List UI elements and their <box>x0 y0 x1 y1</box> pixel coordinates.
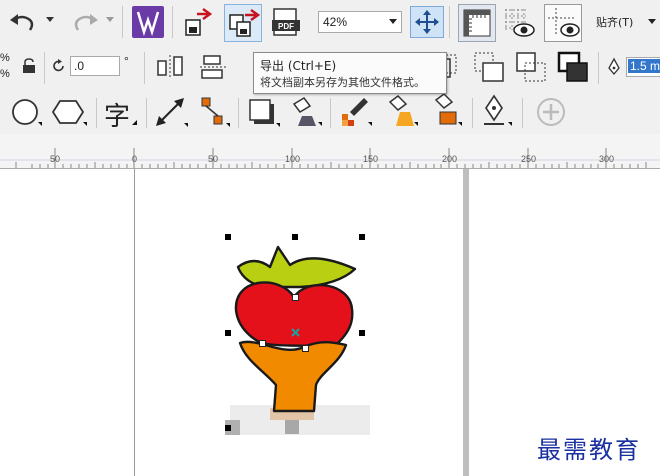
page-left-border <box>134 169 135 476</box>
rotation-center-icon[interactable] <box>291 328 300 337</box>
curve-node[interactable] <box>302 345 309 352</box>
export-tooltip: 导出 (Ctrl+E) 将文档副本另存为其他文件格式。 <box>253 52 447 94</box>
separator <box>96 98 97 128</box>
rotation-angle-input[interactable]: .0 <box>70 56 120 76</box>
ellipse-tool-icon[interactable] <box>10 98 42 128</box>
transparency-tool-icon[interactable] <box>288 94 324 128</box>
strawberry-body <box>238 340 348 413</box>
selection-handle[interactable] <box>225 330 231 336</box>
separator <box>449 6 450 38</box>
trim-icon[interactable] <box>514 50 548 84</box>
scale-percent-symbol: % <box>0 52 10 64</box>
eyedropper-tool-icon[interactable] <box>338 94 374 128</box>
tooltip-description: 将文档副本另存为其他文件格式。 <box>260 76 425 89</box>
separator <box>122 6 123 38</box>
ruler-label: 200 <box>442 154 458 164</box>
ruler-label: 250 <box>521 154 537 164</box>
svg-text:PDF: PDF <box>278 22 294 31</box>
text-tool-flyout-icon[interactable] <box>132 120 137 125</box>
mirror-vertical-icon[interactable] <box>198 53 228 81</box>
separator <box>472 98 473 128</box>
import-icon[interactable] <box>183 6 215 38</box>
rotation-icon <box>52 59 66 73</box>
ruler-label: 50 <box>208 154 219 164</box>
ruler-ticks <box>0 148 660 168</box>
weld-icon[interactable] <box>472 50 506 84</box>
rotation-angle-value: .0 <box>74 59 85 73</box>
add-tool-icon[interactable] <box>535 96 567 128</box>
smart-fill-tool-icon[interactable] <box>428 93 464 128</box>
selection-handle[interactable] <box>359 330 365 336</box>
page-right-border <box>463 169 469 476</box>
dimension-tool-icon[interactable] <box>154 98 190 128</box>
scale-percent-symbol: % <box>0 68 10 80</box>
to-front-icon[interactable] <box>556 50 590 84</box>
redo-icon[interactable] <box>72 10 100 34</box>
separator <box>598 52 599 84</box>
publish-pdf-icon[interactable]: PDF <box>270 6 302 38</box>
zoom-level-value: 42% <box>323 15 348 29</box>
mirror-horizontal-icon[interactable] <box>155 53 185 81</box>
snap-dropdown-icon[interactable] <box>648 19 656 25</box>
snap-to-menu[interactable]: 贴齐(T) <box>596 14 633 30</box>
interactive-fill-tool-icon[interactable] <box>384 94 420 128</box>
selection-handle[interactable] <box>225 425 231 431</box>
selection-handle[interactable] <box>292 234 298 240</box>
connector-tool-icon[interactable] <box>196 96 232 128</box>
undo-icon[interactable] <box>8 10 36 34</box>
curve-node[interactable] <box>292 294 299 301</box>
horizontal-ruler[interactable]: 50 0 50 100 150 200 250 300 <box>0 134 660 169</box>
ruler-label: 100 <box>285 154 301 164</box>
separator <box>522 98 523 128</box>
selection-handle[interactable] <box>225 234 231 240</box>
search-content-icon[interactable] <box>132 6 164 38</box>
separator <box>238 98 239 128</box>
undo-dropdown-icon[interactable] <box>46 17 54 23</box>
show-rulers-icon[interactable] <box>458 4 496 42</box>
redo-dropdown-icon[interactable] <box>106 17 114 23</box>
export-button[interactable] <box>224 4 262 42</box>
full-screen-preview-icon[interactable] <box>410 6 444 38</box>
tooltip-title: 导出 (Ctrl+E) <box>260 59 337 73</box>
strawberry-crown <box>236 245 357 289</box>
show-guidelines-icon[interactable] <box>544 4 582 42</box>
lock-ratio-icon[interactable] <box>22 58 36 74</box>
zoom-level-select[interactable]: 42% <box>318 11 402 33</box>
separator <box>172 6 173 38</box>
ruler-label: 50 <box>50 154 61 164</box>
strawberry-drawing[interactable] <box>220 225 380 450</box>
outline-width-input[interactable]: 1.5 m <box>626 57 660 77</box>
blurred-base <box>285 420 299 434</box>
ruler-label: 0 <box>132 154 138 164</box>
separator <box>146 98 147 128</box>
ruler-label: 300 <box>599 154 615 164</box>
ruler-label: 150 <box>363 154 379 164</box>
polygon-tool-icon[interactable] <box>50 98 90 128</box>
separator <box>44 52 45 84</box>
outline-pen-icon <box>607 57 621 76</box>
show-grid-icon[interactable] <box>502 6 536 38</box>
separator <box>144 52 145 84</box>
separator <box>330 98 331 128</box>
watermark: 最需教育 <box>537 436 641 464</box>
drop-shadow-tool-icon[interactable] <box>246 96 282 128</box>
text-tool-icon[interactable]: 字 <box>104 96 130 133</box>
toolbox-bar: 字 <box>0 92 660 135</box>
curve-node[interactable] <box>259 340 266 347</box>
degree-symbol: ° <box>124 54 129 68</box>
outline-pen-tool-icon[interactable] <box>480 94 516 128</box>
chevron-down-icon <box>389 19 397 25</box>
outline-width-value: 1.5 m <box>628 59 660 73</box>
standard-toolbar: PDF 42% 贴齐(T) <box>0 0 660 45</box>
selection-handle[interactable] <box>359 234 365 240</box>
